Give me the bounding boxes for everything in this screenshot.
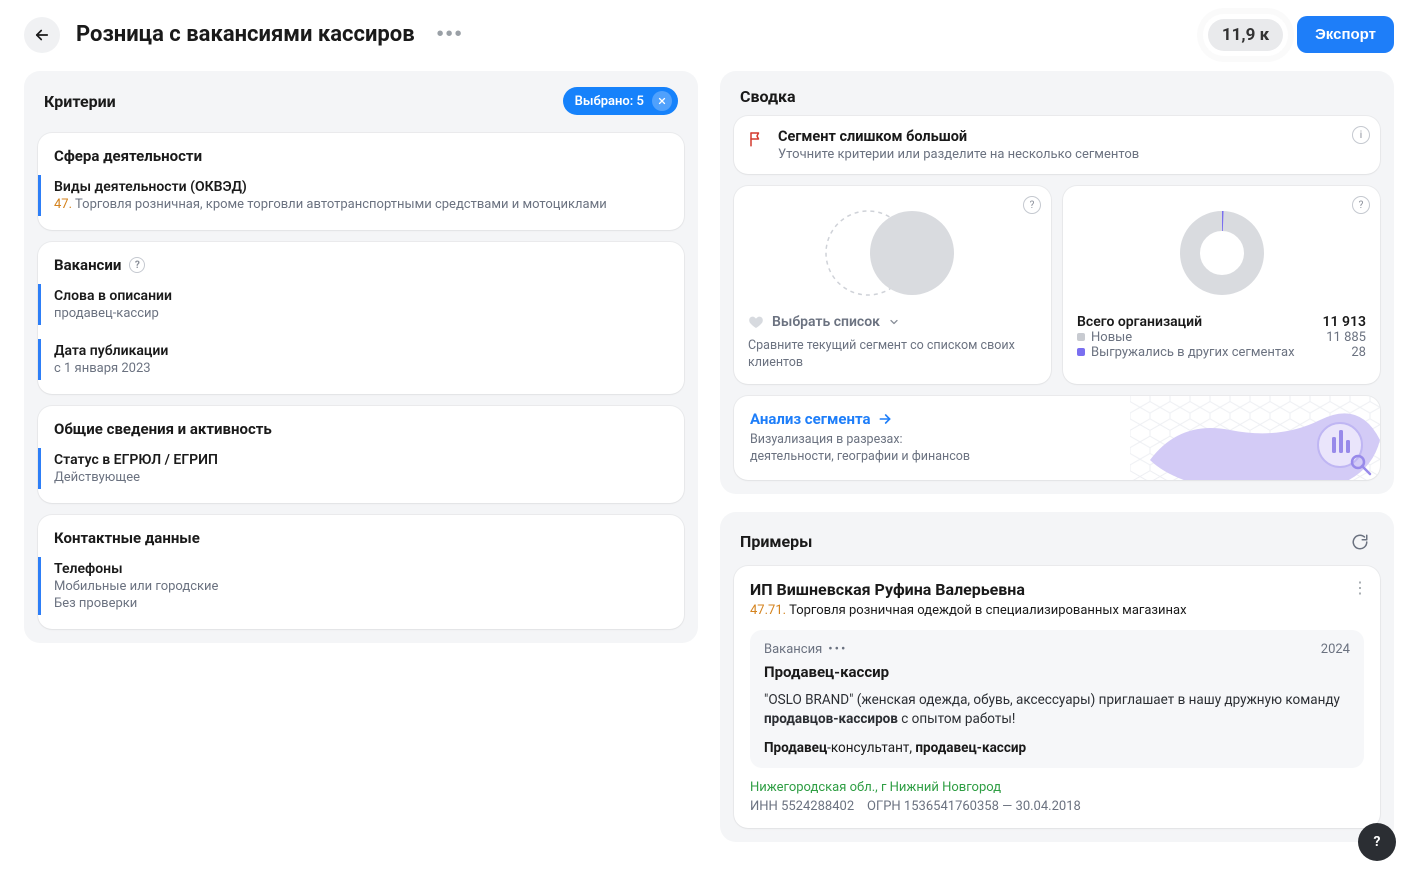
example-ids: ИНН 5524288402 ОГРН 1536541760358 — 30.0… [750, 799, 1364, 814]
criteria-item[interactable]: Телефоны Мобильные или городские Без про… [38, 557, 668, 615]
result-count-badge: 11,9 к [1208, 19, 1283, 51]
criteria-item[interactable]: Слова в описании продавец-кассир [38, 284, 668, 325]
criteria-item-label: Дата публикации [54, 343, 668, 359]
criteria-group-title: Вакансии [54, 256, 121, 274]
criteria-panel-title: Критерии [44, 92, 116, 111]
vacancy-more-icon[interactable]: ••• [828, 642, 847, 657]
help-icon[interactable]: ? [1352, 196, 1370, 214]
example-company-name[interactable]: ИП Вишневская Руфина Валерьевна [750, 580, 1364, 599]
legend-dot [1077, 333, 1085, 341]
criteria-item-value: 47. Торговля розничная, кроме торговли а… [54, 197, 668, 212]
criteria-item-value: продавец-кассир [54, 306, 668, 321]
vacancy-tag: Вакансия [764, 642, 822, 657]
summary-panel: Сводка Сегмент слишком большой Уточните … [720, 71, 1394, 494]
example-okved: 47.71. Торговля розничная одеждой в спец… [750, 603, 1364, 618]
help-icon[interactable]: ? [1023, 196, 1041, 214]
vacancy-body: "OSLO BRAND" (женская одежда, обувь, акс… [764, 691, 1350, 730]
summary-panel-title: Сводка [740, 87, 796, 106]
criteria-item[interactable]: Виды деятельности (ОКВЭД) 47. Торговля р… [38, 175, 668, 216]
segment-too-large-alert: Сегмент слишком большой Уточните критери… [734, 116, 1380, 174]
help-fab[interactable]: ? [1358, 823, 1396, 861]
criteria-group-contacts: Контактные данные Телефоны Мобильные или… [38, 515, 684, 629]
vacancy-box: Вакансия ••• 2024 Продавец-кассир "OSLO … [750, 630, 1364, 768]
refresh-icon [1351, 533, 1369, 551]
stats-total-value: 11 913 [1323, 314, 1366, 330]
criteria-panel: Критерии Выбрано: 5 Сфера деятельности В… [24, 71, 698, 643]
segment-analysis-card[interactable]: Анализ сегмента Визуализация в разрезах:… [734, 396, 1380, 480]
stats-card: ? Всего организаций 11 913 Новые [1063, 186, 1380, 384]
clear-selection-icon[interactable] [652, 91, 672, 111]
criteria-item-label: Виды деятельности (ОКВЭД) [54, 179, 668, 195]
analysis-link[interactable]: Анализ сегмента [750, 410, 893, 428]
criteria-item-label: Слова в описании [54, 288, 668, 304]
legend-dot [1077, 348, 1085, 356]
heart-icon [748, 314, 764, 330]
vacancy-title: Продавец-кассир [764, 663, 1350, 681]
criteria-item-label: Телефоны [54, 561, 668, 577]
analysis-line1: Визуализация в разрезах: [750, 432, 1364, 449]
criteria-group-title: Сфера деятельности [54, 147, 202, 165]
criteria-group-general: Общие сведения и активность Статус в ЕГР… [38, 406, 684, 503]
chevron-down-icon [888, 316, 900, 328]
back-button[interactable] [24, 17, 60, 53]
vacancy-year: 2024 [1321, 642, 1350, 657]
more-menu-button[interactable]: ••• [431, 19, 470, 50]
criteria-group-title: Контактные данные [54, 529, 200, 547]
help-icon[interactable]: ? [129, 257, 145, 273]
examples-panel-title: Примеры [740, 532, 812, 551]
criteria-item-label: Статус в ЕГРЮЛ / ЕГРИП [54, 452, 668, 468]
alert-title: Сегмент слишком большой [778, 128, 1139, 145]
refresh-button[interactable] [1346, 528, 1374, 556]
info-icon[interactable]: i [1352, 126, 1370, 144]
flag-icon [748, 130, 766, 148]
stats-row-label: Новые [1091, 330, 1132, 345]
criteria-group-activity: Сфера деятельности Виды деятельности (ОК… [38, 133, 684, 230]
criteria-item-value: Действующее [54, 470, 668, 485]
criteria-item[interactable]: Дата публикации с 1 января 2023 [38, 339, 668, 380]
selected-count-chip[interactable]: Выбрано: 5 [563, 87, 678, 115]
criteria-item[interactable]: Статус в ЕГРЮЛ / ЕГРИП Действующее [38, 448, 668, 489]
venn-diagram [748, 198, 1037, 308]
arrow-right-icon [877, 411, 893, 427]
example-company-card: ⋮ ИП Вишневская Руфина Валерьевна 47.71.… [734, 566, 1380, 828]
vacancy-tags: Продавец-консультант, продавец-кассир [764, 740, 1350, 756]
export-button[interactable]: Экспорт [1297, 16, 1394, 53]
criteria-item-value: Мобильные или городские [54, 579, 668, 594]
alert-subtitle: Уточните критерии или разделите на неско… [778, 147, 1139, 162]
analysis-line2: деятельности, географии и финансов [750, 449, 1364, 466]
examples-panel: Примеры ⋮ ИП Вишневская Руфина Валерьевн… [720, 512, 1394, 842]
example-more-menu[interactable]: ⋮ [1352, 578, 1368, 597]
stats-total-label: Всего организаций [1077, 314, 1202, 330]
select-list-label: Выбрать список [772, 314, 880, 330]
stats-row-value: 28 [1351, 345, 1366, 360]
criteria-group-title: Общие сведения и активность [54, 420, 272, 438]
criteria-item-value-2: Без проверки [54, 596, 668, 611]
example-location: Нижегородская обл., г Нижний Новгород [750, 780, 1364, 795]
arrow-left-icon [33, 26, 51, 44]
stats-row-label: Выгружались в других сегментах [1091, 345, 1295, 360]
criteria-group-vacancies: Вакансии ? Слова в описании продавец-кас… [38, 242, 684, 394]
stats-row-value: 11 885 [1326, 330, 1366, 345]
criteria-item-value: с 1 января 2023 [54, 361, 668, 376]
compare-subtitle: Сравните текущий сегмент со списком свои… [748, 338, 1037, 372]
selected-count-label: Выбрано: 5 [575, 94, 644, 109]
donut-chart [1077, 198, 1366, 308]
select-list-dropdown[interactable]: Выбрать список [748, 314, 900, 330]
page-title: Розница с вакансиями кассиров [76, 22, 415, 47]
compare-card: ? Выбрать список Сравните текущий сегмен… [734, 186, 1051, 384]
